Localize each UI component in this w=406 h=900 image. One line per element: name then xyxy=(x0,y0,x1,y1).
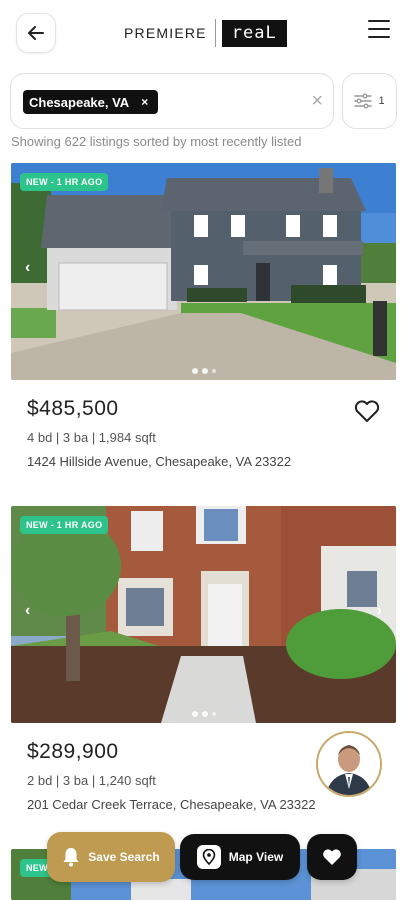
new-listing-badge: NEW - 1 HR AGO xyxy=(20,516,109,534)
photo-pagination xyxy=(11,711,396,717)
app-header: PREMIERE reaL xyxy=(0,0,406,64)
pagination-dot xyxy=(201,368,208,374)
favorites-button[interactable] xyxy=(307,834,357,880)
brand-divider xyxy=(214,19,216,47)
photo-next-icon[interactable]: › xyxy=(377,602,382,620)
listing-photo[interactable]: NEW - 1 HR AGO ‹ › xyxy=(11,506,396,723)
agent-photo-image xyxy=(318,733,380,795)
back-button[interactable] xyxy=(16,13,56,53)
filter-sliders-icon xyxy=(354,93,373,109)
listing-address: 1424 Hillside Avenue, Chesapeake, VA 233… xyxy=(27,454,292,469)
pagination-dot xyxy=(201,711,208,717)
map-view-label: Map View xyxy=(228,850,284,864)
listing-specs: 2 bd | 3 ba | 1,240 sqft xyxy=(27,773,156,788)
heart-filled-icon xyxy=(323,849,341,865)
map-view-button[interactable]: Map View xyxy=(180,834,300,880)
save-search-label: Save Search xyxy=(88,850,160,864)
hamburger-menu-icon[interactable] xyxy=(368,20,390,38)
filter-count: 1 xyxy=(378,95,385,107)
map-icon-container xyxy=(196,845,221,869)
heart-outline-icon[interactable] xyxy=(354,399,380,423)
brand-premiere-text: PREMIERE xyxy=(124,25,207,41)
location-search-field[interactable]: Chesapeake, VA × × xyxy=(10,73,334,129)
chip-remove-icon[interactable]: × xyxy=(141,95,148,109)
agent-avatar[interactable] xyxy=(316,731,382,797)
location-chip[interactable]: Chesapeake, VA × xyxy=(23,90,159,114)
listing-card[interactable]: NEW - 1 HR AGO ‹ › $289,900 2 bd | 3 ba … xyxy=(11,506,396,812)
townhouse-photo-image xyxy=(11,506,396,723)
listing-specs: 4 bd | 3 ba | 1,984 sqft xyxy=(27,430,156,445)
listing-price: $485,500 xyxy=(27,397,119,420)
photo-prev-icon[interactable]: ‹ xyxy=(25,602,30,620)
house-photo-image xyxy=(11,163,396,380)
listing-address: 201 Cedar Creek Terrace, Chesapeake, VA … xyxy=(27,797,316,812)
clear-search-icon[interactable]: × xyxy=(311,90,323,112)
photo-pagination xyxy=(11,368,396,374)
listing-photo[interactable]: NEW - 1 HR AGO ‹ xyxy=(11,163,396,380)
photo-prev-icon[interactable]: ‹ xyxy=(25,259,30,277)
pagination-dot xyxy=(191,711,198,717)
location-chip-label: Chesapeake, VA xyxy=(29,94,130,110)
back-arrow-icon xyxy=(28,26,44,40)
brand-real-text: reaL xyxy=(221,19,287,47)
bell-icon xyxy=(63,848,79,867)
pagination-dot xyxy=(211,712,216,716)
pagination-dot xyxy=(211,369,216,373)
save-search-button[interactable]: Save Search xyxy=(47,832,175,882)
pagination-dot xyxy=(191,368,198,374)
results-summary: Showing 622 listings sorted by most rece… xyxy=(11,134,302,149)
brand-logo: PREMIERE reaL xyxy=(124,18,287,48)
listing-price: $289,900 xyxy=(27,740,119,763)
new-listing-badge: NEW - 1 HR AGO xyxy=(20,173,109,191)
listing-card[interactable]: NEW - 1 HR AGO ‹ $485,500 4 bd | 3 ba | … xyxy=(11,163,396,469)
map-pin-icon xyxy=(202,849,216,865)
filter-button[interactable]: 1 xyxy=(342,73,397,129)
